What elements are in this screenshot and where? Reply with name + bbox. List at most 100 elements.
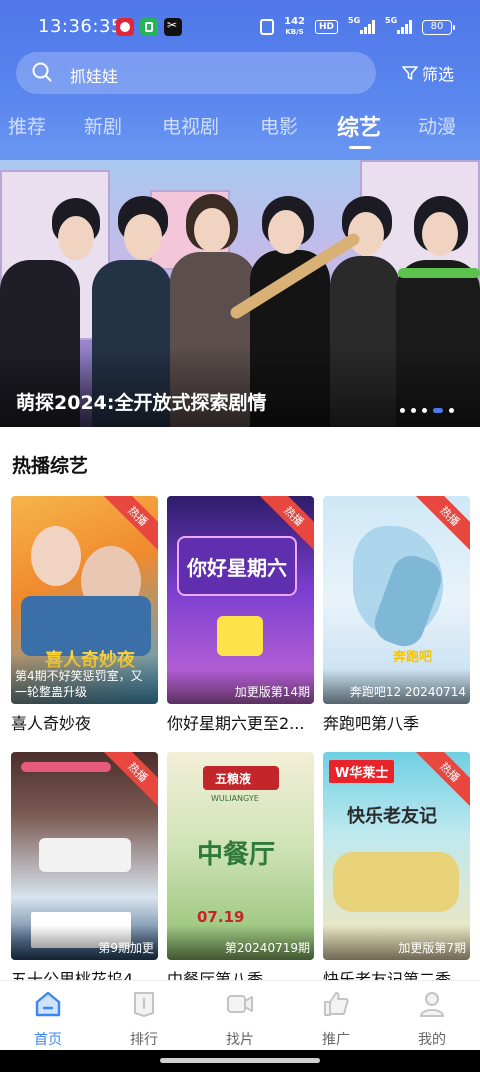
nav-label: 找片 [226,1032,254,1048]
show-title[interactable]: 你好星期六更至2... [167,710,314,734]
show-poster[interactable]: 你好星期六 热播 加更版第14期 [167,496,314,704]
show-card[interactable]: 你好星期六 热播 加更版第14期 你好星期六更至2... [167,496,314,734]
show-card[interactable]: 热播 第9期加更 五十公里桃花坞4... [11,752,158,990]
episode-overlay: 奔跑吧12 20240714 [323,669,470,704]
show-title[interactable]: 奔跑吧第八季 [323,710,470,734]
hot-badge: 热播 [102,752,158,808]
hot-badge-label: 热播 [414,496,470,552]
episode-overlay: 加更版第7期 [323,925,470,960]
tab-new-drama[interactable]: 新剧 [84,112,122,139]
banner-pagination [400,408,454,413]
nav-find-film[interactable]: 找片 [210,989,270,1049]
home-icon [35,991,61,1017]
active-tab-indicator [349,146,371,149]
episode-overlay: 加更版第14期 [167,669,314,704]
banner-dot[interactable] [422,408,427,413]
thumbs-up-icon [324,992,349,1016]
battery-icon: 80 [422,19,455,35]
hot-badge: 热播 [414,496,470,552]
show-poster[interactable]: 五粮液 WULIANGYE 中餐厅 07.19 第20240719期 [167,752,314,960]
vibrate-icon [260,19,275,35]
hot-badge: 热播 [258,496,314,552]
show-poster[interactable]: 奔跑吧 热播 奔跑吧12 20240714 [323,496,470,704]
system-nav-bar [0,1050,480,1072]
nav-home[interactable]: 首页 [18,989,78,1049]
signal-label-1: 5G [348,16,361,25]
poster-title-art: 奔跑吧 [393,650,433,665]
search-query: 抓娃娃 [70,67,119,86]
tab-anime[interactable]: 动漫 [418,112,456,139]
poster-art [21,762,111,772]
banner-face-1 [58,216,94,260]
episode-overlay: 第9期加更 [11,925,158,960]
capcut-notification-icon [164,18,182,36]
search-input[interactable]: 抓娃娃 [16,52,376,94]
tab-movies[interactable]: 电影 [260,112,298,139]
signal-label-2: 5G [385,16,398,25]
poster-title-art: 中餐厅 [197,840,276,870]
banner-dot-active[interactable] [433,408,443,413]
banner-face-4 [268,210,304,254]
show-title[interactable]: 喜人奇妙夜 [11,710,158,734]
poster-art [217,616,263,656]
tab-variety[interactable]: 综艺 [337,110,381,142]
header: 13:36:35 142 KB/S HD 5G 5G 80 [0,0,480,160]
show-poster[interactable]: W华莱士 快乐老友记 热播 加更版第7期 [323,752,470,960]
signal-icon-1: 5G [348,16,375,34]
poster-art [31,526,81,586]
poster-title-art: 你好星期六 [187,556,287,580]
nav-profile[interactable]: 我的 [402,989,462,1049]
poster-brand: W华莱士 [329,760,395,783]
hero-banner[interactable]: 萌探2024:全开放式探索剧情 [0,160,480,427]
poster-art [333,852,459,912]
search-row: 抓娃娃 筛选 [16,52,468,94]
hd-badge: HD [314,20,338,34]
nav-label: 推广 [322,1032,350,1048]
banner-face-2 [124,214,162,260]
category-tabs: 推荐 新剧 电视剧 电影 综艺 动漫 [0,108,480,154]
episode-overlay: 第20240719期 [167,925,314,960]
poster-brand-sub: WULIANGYE [211,794,259,803]
hot-badge-label: 热播 [414,752,470,808]
bottom-nav: 首页 排行 找片 推广 我的 [0,980,480,1050]
nav-promote[interactable]: 推广 [306,989,366,1049]
banner-dot[interactable] [411,408,416,413]
show-card[interactable]: 五粮液 WULIANGYE 中餐厅 07.19 第20240719期 中餐厅第八… [167,752,314,990]
video-camera-icon [227,995,253,1013]
banner-shade [0,347,480,427]
hot-badge-label: 热播 [102,752,158,808]
search-icon [32,62,52,82]
hot-badge-label: 热播 [102,496,158,552]
show-card[interactable]: W华莱士 快乐老友记 热播 加更版第7期 快乐老友记第二季 [323,752,470,990]
tab-recommend[interactable]: 推荐 [8,112,46,139]
nav-ranking[interactable]: 排行 [114,989,174,1049]
hot-badge-label: 热播 [258,496,314,552]
dialog-art [39,838,131,872]
home-indicator[interactable] [160,1058,320,1063]
banner-dot[interactable] [400,408,405,413]
app-notification-icon [140,18,158,36]
poster-date: 07.19 [197,908,245,926]
ranking-icon [134,992,154,1017]
filter-label: 筛选 [421,65,454,84]
banner-title: 萌探2024:全开放式探索剧情 [16,392,267,414]
episode-overlay: 第4期不好笑惩罚室，又一轮整蛊升级 [11,654,158,704]
hot-badge: 热播 [414,752,470,808]
status-indicators: 142 KB/S HD 5G 5G 80 [260,16,455,38]
nav-label: 排行 [130,1032,158,1048]
filter-icon [402,66,418,80]
tab-tv-series[interactable]: 电视剧 [162,112,219,139]
banner-dot[interactable] [449,408,454,413]
poster-brand: 五粮液 [215,772,252,786]
show-card[interactable]: 喜人奇妙夜 热播 第4期不好笑惩罚室，又一轮整蛊升级 喜人奇妙夜 [11,496,158,734]
banner-vegetable [398,268,480,278]
show-poster[interactable]: 喜人奇妙夜 热播 第4期不好笑惩罚室，又一轮整蛊升级 [11,496,158,704]
show-card[interactable]: 奔跑吧 热播 奔跑吧12 20240714 奔跑吧第八季 [323,496,470,734]
filter-button[interactable]: 筛选 [388,52,468,94]
show-poster[interactable]: 热播 第9期加更 [11,752,158,960]
banner-face-3 [194,208,230,252]
signal-icon-2: 5G [385,16,412,34]
speed-unit: KB/S [285,28,304,36]
status-bar: 13:36:35 142 KB/S HD 5G 5G 80 [0,0,480,50]
nav-label: 首页 [34,1032,62,1048]
